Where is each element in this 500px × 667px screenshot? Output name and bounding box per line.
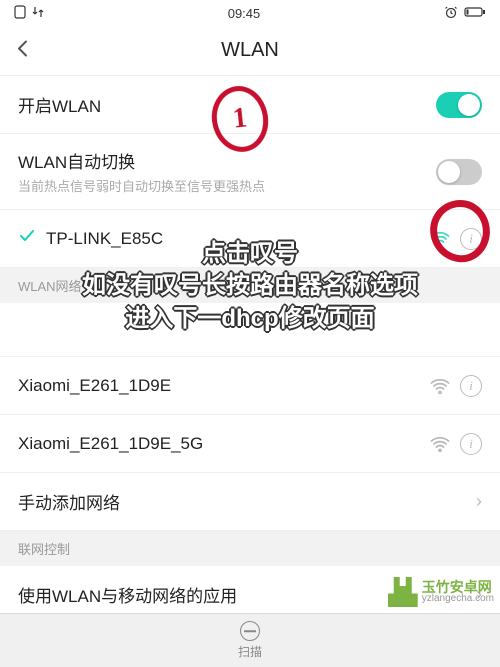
available-ssid: Xiaomi_E261_1D9E (18, 376, 430, 396)
enable-wlan-toggle[interactable] (436, 92, 482, 118)
status-bar: 09:45 (0, 0, 500, 26)
row-manual-add[interactable]: 手动添加网络 › (0, 473, 500, 531)
network-info-button[interactable]: i (460, 375, 482, 397)
back-button[interactable] (12, 37, 34, 64)
section-control: 联网控制 (0, 531, 500, 566)
scan-label[interactable]: 扫描 (238, 643, 262, 660)
auto-switch-sub: 当前热点信号弱时自动切换至信号更强热点 (18, 176, 436, 195)
available-ssid: Xiaomi_E261_1D9E_5G (18, 434, 430, 454)
alarm-icon (444, 5, 458, 22)
watermark-logo-icon (388, 577, 418, 607)
watermark-url: yzlangecha.com (422, 594, 494, 604)
nav-bar: WLAN (0, 26, 500, 76)
auto-switch-label: WLAN自动切换 (18, 148, 436, 173)
chevron-right-icon: › (476, 491, 482, 512)
auto-switch-toggle[interactable] (436, 159, 482, 185)
transfer-icon (32, 6, 44, 21)
battery-icon (464, 6, 486, 21)
sim-icon (14, 5, 26, 22)
manual-add-label: 手动添加网络 (18, 489, 476, 514)
bottom-bar: 扫描 (0, 613, 500, 667)
watermark: 玉竹安卓网 yzlangecha.com (382, 573, 500, 611)
wifi-signal-icon (430, 378, 450, 394)
network-info-button[interactable]: i (460, 433, 482, 455)
content-scroll[interactable]: 开启WLAN WLAN自动切换 当前热点信号弱时自动切换至信号更强热点 TP-L… (0, 76, 500, 613)
row-available-network[interactable]: Xiaomi_E261_1D9E i (0, 357, 500, 415)
status-time: 09:45 (228, 6, 261, 21)
annotation-overlay-text: 点击叹号 如没有叹号长按路由器名称选项 进入下一dhcp修改页面 (0, 238, 500, 335)
page-title: WLAN (221, 39, 279, 62)
row-available-network[interactable]: Xiaomi_E261_1D9E_5G i (0, 415, 500, 473)
watermark-name: 玉竹安卓网 (422, 580, 494, 594)
scan-icon[interactable] (240, 621, 260, 641)
wifi-signal-icon (430, 436, 450, 452)
